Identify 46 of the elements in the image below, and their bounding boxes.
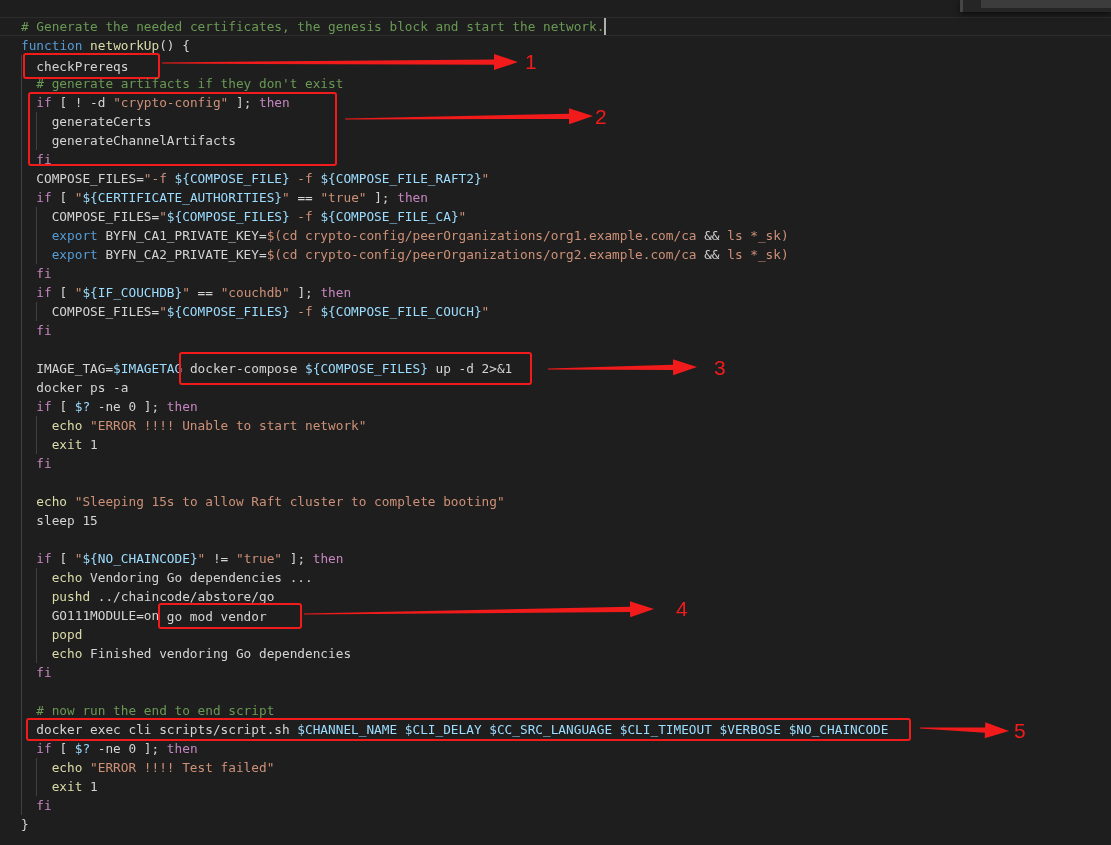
- callout-number: 5: [1014, 720, 1026, 742]
- code-line: docker-compose ${COMPOSE_FILES} up -d 2>&1: [189, 360, 513, 377]
- code-line: echo Vendoring Go dependencies ...: [51, 569, 313, 586]
- code-line: fi: [36, 664, 52, 681]
- code-line: COMPOSE_FILES="-f ${COMPOSE_FILE} -f ${COMPOSE_FILE_RAFT2}": [36, 170, 490, 187]
- code-line: export BYFN_CA2_PRIVATE_KEY=$(cd crypto-config/peerOrganizations/org2.example.com/ca && ls *_sk): [51, 246, 789, 263]
- code-line: generateChannelArtifacts: [51, 132, 236, 149]
- code-line: echo "Sleeping 15s to allow Raft cluster to complete booting": [36, 493, 505, 510]
- code-line: fi: [36, 265, 52, 282]
- code-line: fi: [36, 797, 52, 814]
- code-line: GO111MODULE=on: [51, 607, 160, 624]
- code-line: docker ps -a: [36, 379, 129, 396]
- code-line: # Generate the needed certificates, the genesis block and start the network.: [21, 18, 605, 35]
- code-line: COMPOSE_FILES="${COMPOSE_FILES} -f ${COMPOSE_FILE_CA}": [51, 208, 467, 225]
- code-line: if [ ! -d "crypto-config" ]; then: [36, 94, 290, 111]
- code-line: fi: [36, 455, 52, 472]
- code-line: go mod vendor: [166, 607, 267, 625]
- text-cursor: [604, 18, 607, 35]
- code-line: checkPrereqs: [36, 57, 129, 75]
- code-line: echo "ERROR !!!! Unable to start network": [51, 417, 367, 434]
- code-line: # generate artifacts if they don't exist: [36, 75, 344, 92]
- code-line: echo "ERROR !!!! Test failed": [51, 759, 275, 776]
- callout-number: 2: [595, 106, 607, 128]
- code-line: docker exec cli scripts/script.sh $CHANNEL_NAME $CLI_DELAY $CC_SRC_LANGUAGE $CLI_TIMEOUT $VERBOSE $NO_CHAINCODE: [36, 721, 889, 738]
- callout-number: 1: [525, 51, 537, 73]
- code-line: exit 1: [51, 778, 98, 795]
- code-line: if [ $? -ne 0 ]; then: [36, 740, 198, 757]
- code-line: sleep 15: [36, 512, 98, 529]
- code-line: COMPOSE_FILES="${COMPOSE_FILES} -f ${COMPOSE_FILE_COUCH}": [51, 303, 490, 320]
- code-line: function networkUp() {: [21, 37, 190, 54]
- code-line: }: [21, 816, 29, 833]
- code-line: popd: [51, 626, 83, 643]
- callout-number: 3: [714, 357, 726, 379]
- code-line: if [ "${CERTIFICATE_AUTHORITIES}" == "true" ]; then: [36, 189, 428, 206]
- code-line: if [ "${NO_CHAINCODE}" != "true" ]; then: [36, 550, 344, 567]
- code-line: fi: [36, 151, 52, 168]
- code-line: if [ $? -ne 0 ]; then: [36, 398, 198, 415]
- code-line: exit 1: [51, 436, 98, 453]
- code-line: # now run the end to end script: [36, 702, 275, 719]
- code-line: if [ "${IF_COUCHDB}" == "couchdb" ]; then: [36, 284, 352, 301]
- code-line: generateCerts: [51, 113, 152, 130]
- callout-number: 4: [676, 598, 688, 620]
- code-line: pushd ../chaincode/abstore/go: [51, 588, 275, 605]
- code-line: echo Finished vendoring Go dependencies: [51, 645, 352, 662]
- code-line: fi: [36, 322, 52, 339]
- code-line: export BYFN_CA1_PRIVATE_KEY=$(cd crypto-config/peerOrganizations/org1.example.com/ca && ls *_sk): [51, 227, 789, 244]
